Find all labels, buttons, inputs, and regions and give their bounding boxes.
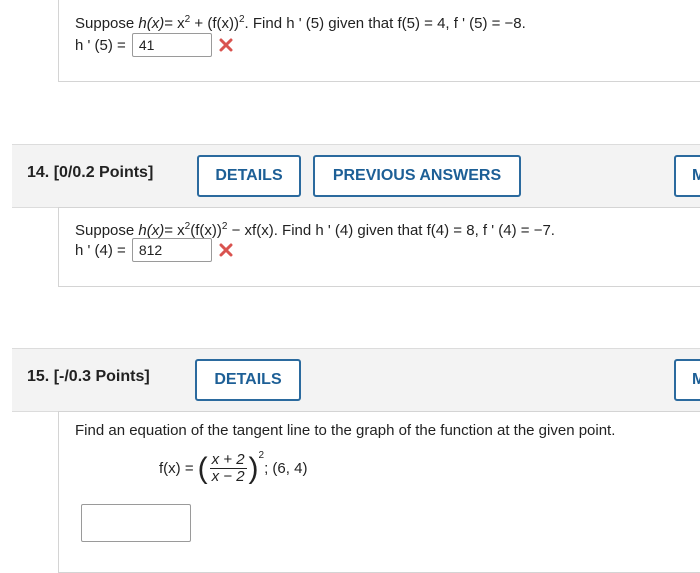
points-label: 14. [0/0.2 Points] <box>27 164 154 181</box>
fraction-numerator: x + 2 <box>209 451 247 469</box>
question-15-header: 15. [-/0.3 Points] DETAILS M <box>12 348 700 412</box>
previous-answers-button[interactable]: PREVIOUS ANSWERS <box>313 155 521 197</box>
x-mark-icon <box>218 37 234 53</box>
details-button[interactable]: DETAILS <box>197 155 301 197</box>
question-14-card: Suppose h(x)= x2(f(x))2 − xf(x). Find h … <box>58 207 700 287</box>
fraction-denominator: x − 2 <box>211 468 245 485</box>
question-13-prompt: Suppose h(x)= x2 + (f(x))2. Find h ' (5)… <box>75 14 526 32</box>
answer-input[interactable]: 41 <box>131 33 212 57</box>
partial-button[interactable]: M <box>674 359 700 401</box>
answer-label: h ' (4) = <box>75 241 126 259</box>
function-expression: f(x) = ( x + 2 x − 2 ) 2 ; (6, 4) <box>159 450 308 485</box>
question-14-header: 14. [0/0.2 Points] DETAILS PREVIOUS ANSW… <box>12 144 700 208</box>
tangent-line-answer-input[interactable] <box>81 504 191 542</box>
question-14-answer-line: h ' (4) = 812 <box>75 238 234 262</box>
question-13-answer-line: h ' (5) = 41 <box>75 33 234 57</box>
points-label: 15. [-/0.3 Points] <box>27 368 150 385</box>
answer-label: h ' (5) = <box>75 36 126 54</box>
question-15-instruction: Find an equation of the tangent line to … <box>75 422 616 439</box>
question-15-card: Find an equation of the tangent line to … <box>58 411 700 573</box>
details-button[interactable]: DETAILS <box>195 359 301 401</box>
partial-button[interactable]: M <box>674 155 700 197</box>
x-mark-icon <box>218 242 234 258</box>
question-13-card: Suppose h(x)= x2 + (f(x))2. Find h ' (5)… <box>58 0 700 82</box>
answer-input[interactable]: 812 <box>131 238 212 262</box>
